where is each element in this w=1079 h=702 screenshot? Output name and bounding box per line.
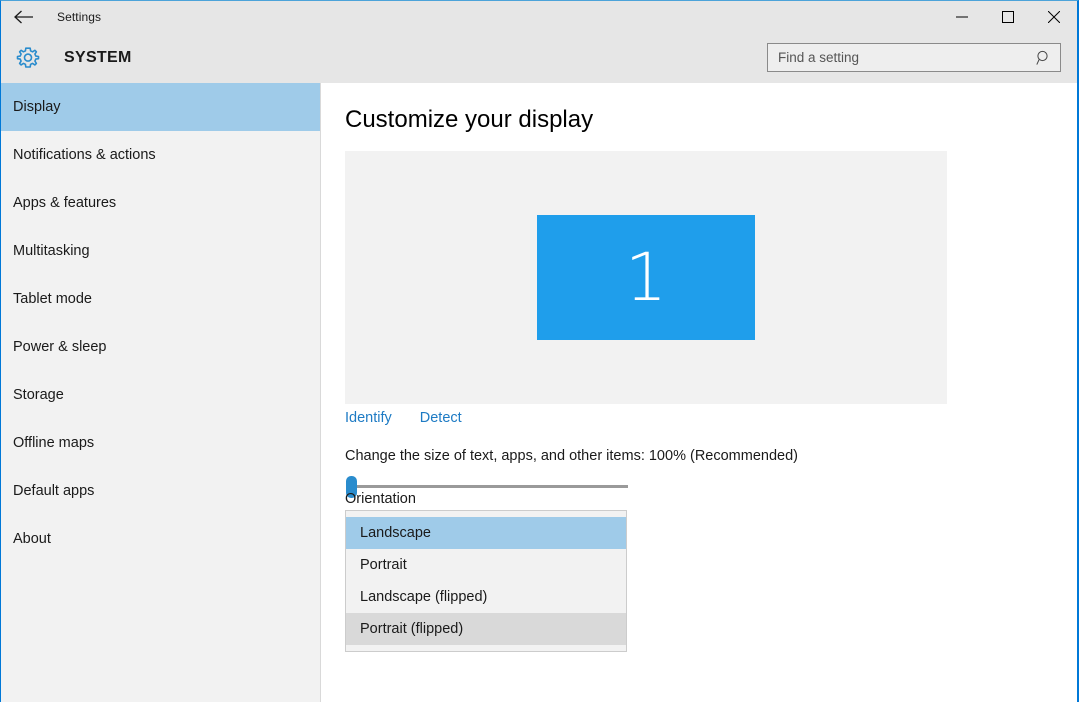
settings-sidebar: Display Notifications & actions Apps & f…	[1, 83, 321, 702]
sidebar-item-label: Apps & features	[13, 195, 117, 211]
back-button[interactable]	[1, 1, 47, 32]
orientation-label: Orientation	[345, 491, 416, 507]
option-label: Portrait	[360, 557, 407, 573]
window-title: Settings	[57, 9, 102, 24]
orientation-option-portrait[interactable]: Portrait	[346, 549, 626, 581]
slider-track[interactable]	[353, 485, 628, 488]
sidebar-item-default-apps[interactable]: Default apps	[1, 467, 320, 515]
settings-window: Settings SYSTEM Find a setting Display N…	[0, 0, 1079, 702]
sidebar-item-tablet-mode[interactable]: Tablet mode	[1, 275, 320, 323]
gear-icon	[3, 45, 53, 71]
sidebar-item-label: Offline maps	[13, 435, 95, 451]
sidebar-item-label: Power & sleep	[13, 339, 107, 355]
search-input[interactable]	[778, 50, 1036, 65]
detect-link[interactable]: Detect	[420, 410, 462, 426]
orientation-dropdown-list[interactable]: Landscape Portrait Landscape (flipped) P…	[345, 510, 627, 652]
close-button[interactable]	[1031, 1, 1077, 32]
sidebar-item-storage[interactable]: Storage	[1, 371, 320, 419]
display-preview-panel: 1	[345, 151, 947, 404]
sidebar-item-apps-features[interactable]: Apps & features	[1, 179, 320, 227]
sidebar-item-power-sleep[interactable]: Power & sleep	[1, 323, 320, 371]
maximize-button[interactable]	[985, 1, 1031, 32]
search-icon	[1036, 50, 1052, 66]
monitor-number-label: 1	[625, 238, 667, 316]
sidebar-item-multitasking[interactable]: Multitasking	[1, 227, 320, 275]
monitor-tile-1[interactable]: 1	[537, 215, 755, 340]
sidebar-item-label: About	[13, 531, 51, 547]
title-bar: Settings	[1, 1, 1077, 32]
sidebar-item-offline-maps[interactable]: Offline maps	[1, 419, 320, 467]
back-arrow-icon	[14, 10, 34, 24]
sidebar-item-display[interactable]: Display	[1, 83, 320, 131]
orientation-option-landscape[interactable]: Landscape	[346, 517, 626, 549]
orientation-option-portrait-flipped[interactable]: Portrait (flipped)	[346, 613, 626, 645]
sidebar-item-about[interactable]: About	[1, 515, 320, 563]
scale-slider-label: Change the size of text, apps, and other…	[345, 448, 798, 464]
sidebar-item-label: Default apps	[13, 483, 95, 499]
window-controls	[939, 1, 1077, 32]
main-content: Customize your display 1 Identify Detect…	[322, 83, 1077, 702]
search-box[interactable]	[767, 43, 1061, 72]
display-actions: Identify Detect	[345, 410, 462, 426]
sidebar-item-label: Storage	[13, 387, 64, 403]
option-label: Landscape	[360, 525, 431, 541]
sidebar-item-label: Multitasking	[13, 243, 90, 259]
minimize-button[interactable]	[939, 1, 985, 32]
page-title: Customize your display	[345, 106, 594, 133]
sidebar-item-label: Tablet mode	[13, 291, 92, 307]
sidebar-item-notifications-actions[interactable]: Notifications & actions	[1, 131, 320, 179]
identify-link[interactable]: Identify	[345, 410, 392, 426]
page-category-title: SYSTEM	[64, 48, 132, 66]
category-header: SYSTEM	[1, 32, 1077, 83]
sidebar-item-label: Notifications & actions	[13, 147, 156, 163]
option-label: Portrait (flipped)	[360, 621, 464, 637]
option-label: Landscape (flipped)	[360, 589, 488, 605]
orientation-option-landscape-flipped[interactable]: Landscape (flipped)	[346, 581, 626, 613]
sidebar-item-label: Display	[13, 99, 61, 115]
